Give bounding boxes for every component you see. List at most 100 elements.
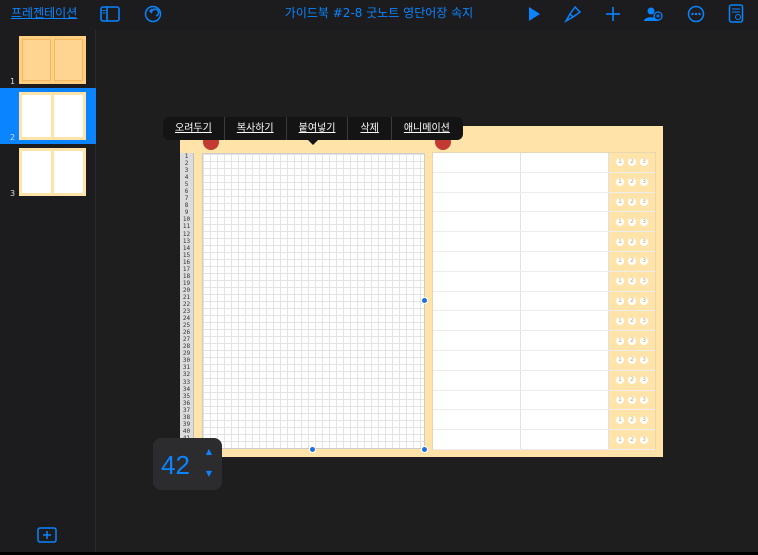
- slide-thumbnail-1[interactable]: 1: [0, 32, 96, 88]
- meaning-cell[interactable]: [521, 192, 609, 212]
- check-circle-icon[interactable]: 2: [628, 395, 636, 404]
- slide-thumbnail-3[interactable]: 3: [0, 144, 96, 200]
- check-circle-icon[interactable]: 2: [628, 217, 636, 226]
- table-row[interactable]: 123: [433, 351, 655, 371]
- meaning-cell[interactable]: [521, 351, 609, 370]
- menu-item-paste[interactable]: 붙여넣기: [287, 117, 349, 140]
- meaning-cell[interactable]: [521, 212, 609, 232]
- check-circle-icon[interactable]: 2: [628, 415, 636, 424]
- collaborate-icon[interactable]: [642, 3, 664, 25]
- format-brush-icon[interactable]: [562, 3, 584, 25]
- table-row[interactable]: 123: [433, 172, 655, 193]
- meaning-cell[interactable]: [521, 430, 609, 449]
- table-row[interactable]: 123: [433, 311, 655, 332]
- word-cell[interactable]: [433, 232, 521, 251]
- table-row[interactable]: 123: [433, 390, 655, 411]
- check-circle-icon[interactable]: 3: [640, 296, 648, 305]
- check-circle-icon[interactable]: 2: [628, 178, 636, 187]
- stepper-value[interactable]: 42: [161, 450, 190, 481]
- meaning-cell[interactable]: [521, 252, 609, 271]
- check-circle-icon[interactable]: 1: [616, 158, 624, 167]
- add-slide-icon[interactable]: [37, 527, 57, 543]
- check-circle-icon[interactable]: 3: [640, 435, 648, 444]
- check-circle-icon[interactable]: 1: [616, 435, 624, 444]
- word-cell[interactable]: [433, 410, 521, 430]
- resize-handle-bottom[interactable]: [309, 446, 316, 453]
- word-cell[interactable]: [433, 271, 521, 291]
- check-circle-icon[interactable]: 3: [640, 277, 648, 286]
- meaning-cell[interactable]: [521, 331, 609, 350]
- table-row[interactable]: 123: [433, 212, 655, 233]
- word-cell[interactable]: [433, 252, 521, 271]
- sidebar-icon[interactable]: [99, 3, 121, 25]
- word-cell[interactable]: [433, 370, 521, 390]
- check-circle-icon[interactable]: 1: [616, 376, 624, 385]
- check-circle-icon[interactable]: 1: [616, 316, 624, 325]
- check-circle-icon[interactable]: 2: [628, 296, 636, 305]
- check-circle-icon[interactable]: 3: [640, 257, 648, 266]
- check-circle-icon[interactable]: 1: [616, 277, 624, 286]
- check-circle-icon[interactable]: 2: [628, 277, 636, 286]
- word-cell[interactable]: [433, 153, 521, 172]
- check-circle-icon[interactable]: 1: [616, 197, 624, 206]
- meaning-cell[interactable]: [521, 172, 609, 192]
- presentations-back-link[interactable]: 프레젠테이션: [11, 4, 77, 21]
- meaning-cell[interactable]: [521, 153, 609, 172]
- meaning-cell[interactable]: [521, 390, 609, 410]
- menu-item-cut[interactable]: 오려두기: [163, 117, 225, 140]
- check-circle-icon[interactable]: 3: [640, 158, 648, 167]
- meaning-cell[interactable]: [521, 311, 609, 331]
- table-row[interactable]: 123: [433, 153, 655, 173]
- play-icon[interactable]: [523, 3, 545, 25]
- check-circle-icon[interactable]: 2: [628, 237, 636, 246]
- word-cell[interactable]: [433, 390, 521, 410]
- word-cell[interactable]: [433, 430, 521, 449]
- document-icon[interactable]: [725, 3, 747, 25]
- check-circle-icon[interactable]: 2: [628, 336, 636, 345]
- stepper-increment-icon[interactable]: ▲: [203, 446, 215, 458]
- more-icon[interactable]: [685, 3, 707, 25]
- check-circle-icon[interactable]: 3: [640, 217, 648, 226]
- check-circle-icon[interactable]: 3: [640, 237, 648, 246]
- check-circle-icon[interactable]: 1: [616, 296, 624, 305]
- resize-handle-right[interactable]: [421, 297, 428, 304]
- check-circle-icon[interactable]: 2: [628, 376, 636, 385]
- check-circle-icon[interactable]: 1: [616, 395, 624, 404]
- document-title[interactable]: 가이드북 #2-8 굿노트 영단어장 속지: [285, 6, 473, 20]
- check-circle-icon[interactable]: 1: [616, 356, 624, 365]
- meaning-cell[interactable]: [521, 370, 609, 390]
- check-circle-icon[interactable]: 1: [616, 336, 624, 345]
- check-circle-icon[interactable]: 3: [640, 356, 648, 365]
- resize-handle-bottom-right[interactable]: [421, 446, 428, 453]
- current-slide[interactable]: 1 2 3 4 5 6 7 8 9 10 11 12 13 14 15 16 17 18 19 20 21 22 23 24 2…: [180, 126, 663, 457]
- word-cell[interactable]: [433, 331, 521, 350]
- check-circle-icon[interactable]: 3: [640, 178, 648, 187]
- meaning-cell[interactable]: [521, 410, 609, 430]
- table-row[interactable]: 123: [433, 410, 655, 431]
- word-cell[interactable]: [433, 192, 521, 212]
- meaning-cell[interactable]: [521, 232, 609, 251]
- check-circle-icon[interactable]: 1: [616, 257, 624, 266]
- check-circle-icon[interactable]: 3: [640, 415, 648, 424]
- word-cell[interactable]: [433, 291, 521, 311]
- check-circle-icon[interactable]: 2: [628, 158, 636, 167]
- check-circle-icon[interactable]: 2: [628, 197, 636, 206]
- check-circle-icon[interactable]: 2: [628, 356, 636, 365]
- table-row[interactable]: 123: [433, 252, 655, 272]
- table-row[interactable]: 123: [433, 192, 655, 213]
- stepper-decrement-icon[interactable]: ▼: [203, 468, 215, 480]
- check-circle-icon[interactable]: 3: [640, 376, 648, 385]
- check-circle-icon[interactable]: 1: [616, 237, 624, 246]
- check-circle-icon[interactable]: 2: [628, 257, 636, 266]
- grid-page[interactable]: 1 2 3 4 5 6 7 8 9 10 11 12 13 14 15 16 17 18 19 20 21 22 23 24 2…: [180, 151, 426, 451]
- check-circle-icon[interactable]: 3: [640, 395, 648, 404]
- table-row[interactable]: 123: [433, 370, 655, 391]
- table-row[interactable]: 123: [433, 271, 655, 292]
- word-cell[interactable]: [433, 172, 521, 192]
- check-circle-icon[interactable]: 1: [616, 217, 624, 226]
- table-row[interactable]: 123: [433, 331, 655, 351]
- meaning-cell[interactable]: [521, 291, 609, 311]
- check-circle-icon[interactable]: 2: [628, 435, 636, 444]
- check-circle-icon[interactable]: 1: [616, 178, 624, 187]
- graph-grid[interactable]: [202, 153, 425, 449]
